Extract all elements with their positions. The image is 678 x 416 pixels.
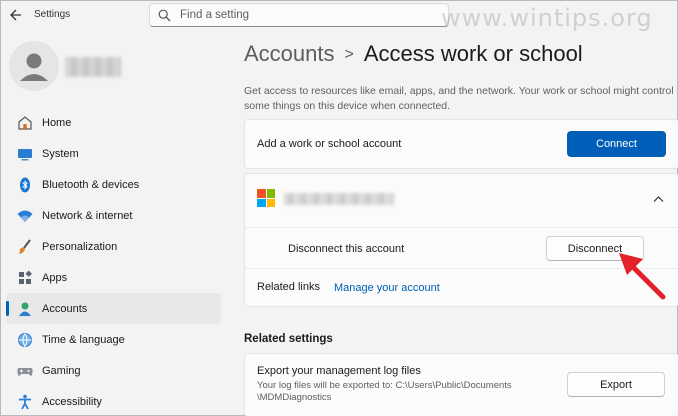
sidebar-item-label: Bluetooth & devices (42, 178, 140, 191)
divider (245, 227, 678, 228)
home-icon (18, 115, 32, 130)
accessibility-icon (19, 394, 31, 409)
sidebar-item-label: Accounts (42, 302, 88, 315)
sidebar-item-label: Home (42, 116, 72, 129)
disconnect-label: Disconnect this account (288, 243, 405, 255)
sidebar-item-label: Gaming (42, 364, 81, 377)
page-description: Get access to resources like email, apps… (244, 85, 674, 112)
sidebar-item-label: System (42, 147, 79, 160)
sidebar-item-label: Accessibility (42, 395, 102, 408)
account-name-blurred (284, 193, 394, 205)
sidebar-item-system[interactable]: System (6, 138, 221, 169)
connect-button[interactable]: Connect (567, 131, 666, 157)
chevron-up-icon[interactable] (653, 195, 664, 203)
related-links-label: Related links (257, 281, 320, 293)
globe-icon (18, 332, 32, 347)
sidebar-item-label: Time & language (42, 333, 125, 346)
title-bar: Settings Find a setting www.wintips.org (1, 1, 678, 32)
accounts-icon (19, 302, 31, 316)
breadcrumb-separator: > (344, 46, 354, 63)
sidebar-item-label: Apps (42, 271, 68, 284)
sidebar-item-home[interactable]: Home (6, 107, 221, 138)
watermark: www.wintips.org (441, 4, 653, 32)
bluetooth-icon (20, 177, 30, 192)
sidebar-item-label: Network & internet (42, 209, 133, 222)
gamepad-icon (17, 367, 33, 376)
avatar (9, 41, 59, 91)
wifi-icon (17, 210, 33, 222)
related-settings-title: Related settings (244, 333, 333, 345)
sidebar-item-apps[interactable]: Apps (6, 262, 221, 293)
export-logs-desc-line1: Your log files will be exported to: C:\U… (257, 380, 512, 391)
profile-name-blurred (65, 57, 121, 77)
sidebar-item-personalization[interactable]: Personalization (6, 231, 221, 262)
red-arrow-annotation (619, 253, 666, 300)
sidebar-item-label: Personalization (42, 240, 118, 253)
sidebar-item-accessibility[interactable]: Accessibility (6, 386, 221, 416)
sidebar-nav: Home System Bluetooth & devices Network … (6, 107, 221, 416)
person-icon (20, 53, 48, 81)
sidebar-item-network[interactable]: Network & internet (6, 200, 221, 231)
page-title: Access work or school (363, 41, 583, 66)
apps-icon (19, 270, 32, 284)
export-logs-desc-line2: \MDMDiagnostics (257, 392, 332, 403)
back-arrow-icon[interactable] (9, 7, 23, 23)
brush-icon (19, 238, 31, 254)
breadcrumb: Accounts > Access work or school (244, 41, 583, 67)
search-box[interactable]: Find a setting (149, 3, 449, 27)
sidebar-item-accounts[interactable]: Accounts (6, 293, 221, 324)
sidebar-item-gaming[interactable]: Gaming (6, 355, 221, 386)
breadcrumb-parent[interactable]: Accounts (244, 41, 335, 66)
sidebar-item-bluetooth[interactable]: Bluetooth & devices (6, 169, 221, 200)
search-input[interactable]: Find a setting (180, 9, 249, 21)
system-icon (18, 148, 32, 160)
sidebar-item-time-language[interactable]: Time & language (6, 324, 221, 355)
add-account-label: Add a work or school account (257, 138, 402, 150)
app-title: Settings (34, 9, 71, 20)
microsoft-logo-icon (257, 189, 275, 207)
export-button[interactable]: Export (567, 372, 665, 397)
manage-account-link[interactable]: Manage your account (334, 282, 440, 294)
search-icon (158, 9, 171, 22)
export-logs-title: Export your management log files (257, 365, 421, 377)
